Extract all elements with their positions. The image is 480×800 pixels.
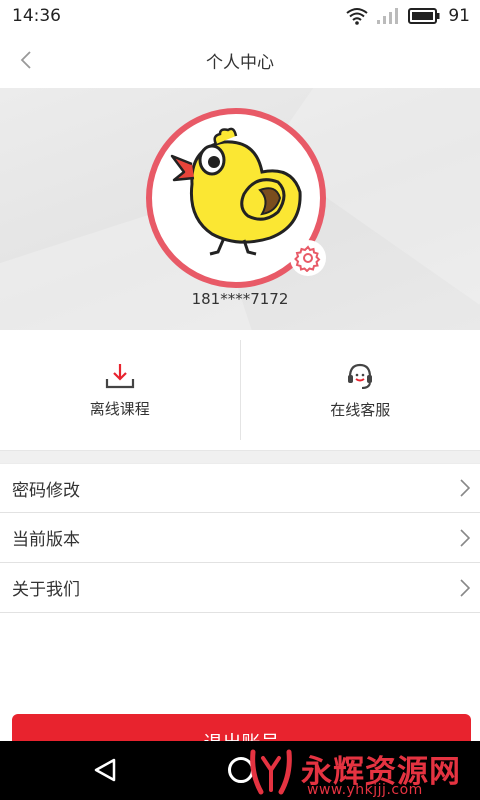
- menu-item-current-version[interactable]: 当前版本: [0, 513, 480, 563]
- status-icons: 91: [346, 6, 470, 26]
- menu-item-about-us[interactable]: 关于我们: [0, 563, 480, 613]
- status-bar: 14:36 91: [0, 0, 480, 32]
- menu-item-change-password[interactable]: 密码修改: [0, 463, 480, 513]
- profile-header: 181****7172: [0, 88, 480, 330]
- settings-button[interactable]: [290, 240, 326, 276]
- status-time: 14:36: [12, 6, 61, 26]
- shortcut-label: 离线课程: [89, 399, 150, 418]
- chevron-left-icon: [20, 51, 31, 69]
- watermark: 永辉资源网 www.yhkjjj.com: [243, 744, 480, 800]
- offline-courses-button[interactable]: 离线课程: [0, 330, 240, 450]
- watermark-url: www.yhkjjj.com: [307, 782, 423, 798]
- battery-icon: [408, 8, 440, 24]
- menu-item-label: 密码修改: [12, 480, 80, 501]
- menu-item-label: 当前版本: [12, 530, 80, 550]
- user-phone: 181****7172: [191, 290, 289, 308]
- chevron-right-icon: [460, 528, 470, 547]
- download-icon: [105, 363, 134, 388]
- chevron-right-icon: [460, 479, 470, 497]
- wifi-icon: [346, 8, 368, 25]
- nav-bar: 个人中心: [0, 32, 480, 88]
- menu-item-label: 关于我们: [12, 580, 80, 600]
- shortcut-label: 在线客服: [330, 400, 391, 419]
- section-divider: [0, 450, 480, 463]
- back-button[interactable]: [8, 42, 44, 78]
- gear-icon: [294, 245, 321, 272]
- headset-icon: [348, 363, 373, 389]
- system-back-icon[interactable]: [92, 757, 118, 783]
- online-service-button[interactable]: 在线客服: [241, 330, 480, 450]
- battery-level: 91: [448, 6, 470, 26]
- chevron-right-icon: [460, 578, 470, 597]
- shortcut-row: 离线课程 在线客服: [0, 330, 480, 450]
- signal-icon: [377, 8, 399, 24]
- settings-menu: 密码修改 当前版本 关于我们: [0, 463, 480, 613]
- watermark-logo-icon: [250, 749, 292, 795]
- page-title: 个人中心: [206, 52, 274, 73]
